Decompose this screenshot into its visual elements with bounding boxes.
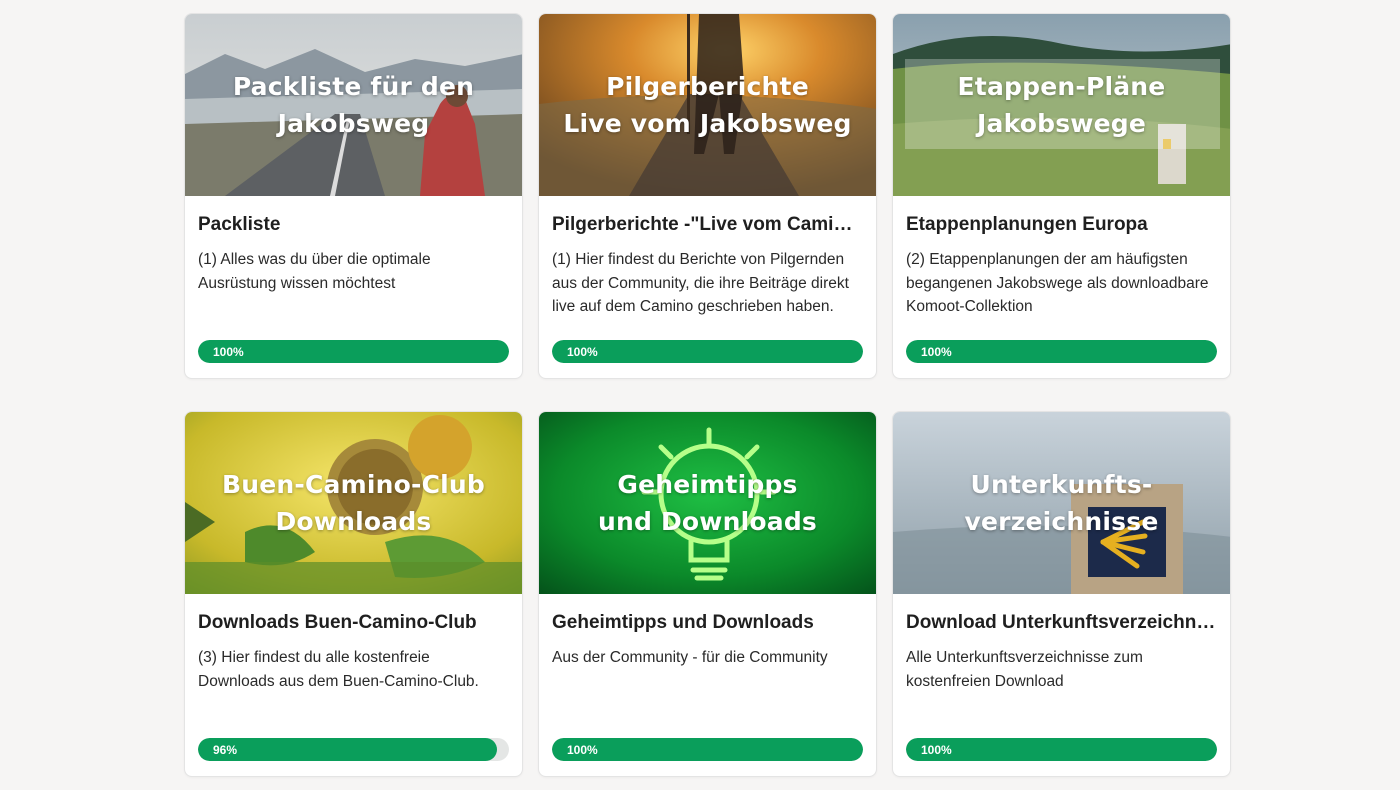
course-description: (3) Hier findest du alle kostenfreie Dow… bbox=[198, 649, 479, 690]
progress-bar: 96% bbox=[198, 738, 509, 761]
progress-bar: 100% bbox=[906, 738, 1217, 761]
course-description: (2) Etappenplanungen der am häufigsten b… bbox=[906, 251, 1209, 315]
caption-line: Live vom Jakobsweg bbox=[563, 109, 852, 138]
progress-fill: 100% bbox=[906, 340, 1217, 363]
progress-fill: 100% bbox=[552, 340, 863, 363]
progress-bar: 100% bbox=[552, 340, 863, 363]
course-image-pilgerberichte[interactable]: Pilgerberichte Live vom Jakobsweg bbox=[539, 14, 876, 196]
progress-label: 100% bbox=[213, 344, 244, 359]
course-image-caption: Geheimtipps und Downloads bbox=[539, 412, 876, 594]
course-card-etappenplanungen[interactable]: Etappen-Pläne Jakobswege Etappenplanunge… bbox=[892, 13, 1231, 379]
course-description: (1) Hier findest du Berichte von Pilgern… bbox=[552, 251, 849, 315]
course-title[interactable]: Packliste bbox=[198, 213, 509, 237]
progress-label: 100% bbox=[567, 344, 598, 359]
progress-fill: 100% bbox=[906, 738, 1217, 761]
course-image-unterkunftsverzeichnisse[interactable]: Unterkunfts- verzeichnisse bbox=[893, 412, 1230, 594]
caption-line: Jakobswege bbox=[977, 109, 1146, 138]
progress-bar: 100% bbox=[906, 340, 1217, 363]
caption-line: Pilgerberichte bbox=[606, 72, 809, 101]
course-image-caption: Buen-Camino-Club Downloads bbox=[185, 412, 522, 594]
course-description: Aus der Community - für die Community bbox=[552, 649, 828, 666]
course-image-caption: Unterkunfts- verzeichnisse bbox=[893, 412, 1230, 594]
progress-label: 100% bbox=[921, 344, 952, 359]
caption-line: Unterkunfts- bbox=[970, 470, 1153, 499]
course-card-packliste[interactable]: Packliste für den Jakobsweg Packliste (1… bbox=[184, 13, 523, 379]
course-title[interactable]: Downloads Buen-Camino-Club bbox=[198, 611, 509, 635]
course-image-caption: Packliste für den Jakobsweg bbox=[185, 14, 522, 196]
caption-line: Jakobsweg bbox=[277, 109, 430, 138]
course-image-etappenplanungen[interactable]: Etappen-Pläne Jakobswege bbox=[893, 14, 1230, 196]
progress-fill: 96% bbox=[198, 738, 497, 761]
course-card-pilgerberichte[interactable]: Pilgerberichte Live vom Jakobsweg Pilger… bbox=[538, 13, 877, 379]
caption-line: Geheimtipps bbox=[617, 470, 798, 499]
caption-line: Downloads bbox=[275, 507, 432, 536]
course-image-caption: Pilgerberichte Live vom Jakobsweg bbox=[539, 14, 876, 196]
course-image-geheimtipps[interactable]: Geheimtipps und Downloads bbox=[539, 412, 876, 594]
course-card-unterkunftsverzeichnisse[interactable]: Unterkunfts- verzeichnisse Download Unte… bbox=[892, 411, 1231, 777]
course-description: Alle Unterkunftsverzeichnisse zum kosten… bbox=[906, 649, 1143, 690]
progress-fill: 100% bbox=[198, 340, 509, 363]
caption-line: Buen-Camino-Club bbox=[222, 470, 485, 499]
course-image-buen-camino-club[interactable]: Buen-Camino-Club Downloads bbox=[185, 412, 522, 594]
progress-fill: 100% bbox=[552, 738, 863, 761]
progress-label: 96% bbox=[213, 742, 238, 757]
course-card-geheimtipps[interactable]: Geheimtipps und Downloads Geheimtipps un… bbox=[538, 411, 877, 777]
course-image-packliste[interactable]: Packliste für den Jakobsweg bbox=[185, 14, 522, 196]
course-title[interactable]: Pilgerberichte -"Live vom Camino" bbox=[552, 213, 863, 237]
course-title[interactable]: Etappenplanungen Europa bbox=[906, 213, 1217, 237]
course-title[interactable]: Download Unterkunftsverzeichnisse bbox=[906, 611, 1217, 635]
course-description: (1) Alles was du über die optimale Ausrü… bbox=[198, 251, 431, 292]
caption-line: verzeichnisse bbox=[964, 507, 1159, 536]
caption-line: und Downloads bbox=[597, 507, 817, 536]
progress-label: 100% bbox=[921, 742, 952, 757]
caption-line: Etappen-Pläne bbox=[957, 72, 1166, 101]
course-grid: Packliste für den Jakobsweg Packliste (1… bbox=[184, 13, 1232, 777]
course-title[interactable]: Geheimtipps und Downloads bbox=[552, 611, 863, 635]
progress-bar: 100% bbox=[198, 340, 509, 363]
caption-line: Packliste für den bbox=[232, 72, 475, 101]
course-card-buen-camino-club[interactable]: Buen-Camino-Club Downloads Downloads Bue… bbox=[184, 411, 523, 777]
progress-bar: 100% bbox=[552, 738, 863, 761]
progress-label: 100% bbox=[567, 742, 598, 757]
course-image-caption: Etappen-Pläne Jakobswege bbox=[893, 14, 1230, 196]
